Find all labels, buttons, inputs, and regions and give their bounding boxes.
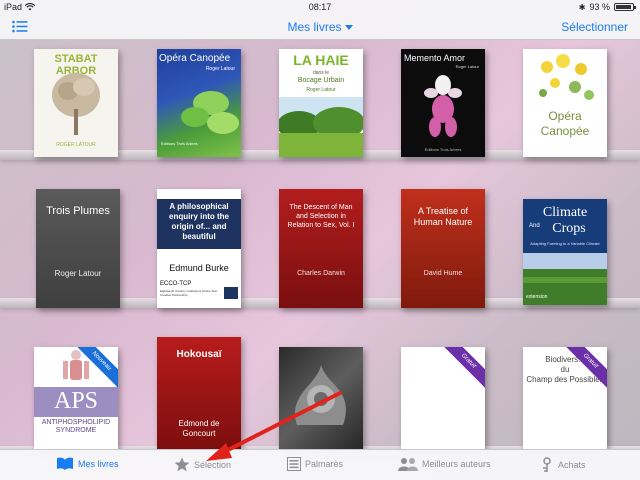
book-subtitle: Bocage Urbain	[297, 77, 345, 84]
tab-label: Mes livres	[78, 459, 119, 469]
extension-logo: extension	[526, 294, 548, 300]
book-title-line2: Canopée	[540, 124, 590, 138]
purchase-icon	[543, 457, 551, 472]
book-subtitle: ANTIPHOSPHOLIPID SYNDROME	[41, 419, 111, 434]
book-title: Opéra Canopée	[159, 53, 231, 64]
book-title: The Descent of Man and Selection in Rela…	[287, 204, 355, 229]
tab-selection[interactable]: Sélection	[174, 457, 231, 472]
tab-label: Sélection	[194, 459, 232, 470]
bluetooth-icon: ✱	[578, 2, 586, 12]
book-author: Edmond de Goncourt	[178, 419, 220, 438]
book-title: Opéra	[548, 109, 582, 123]
book-author: Charles Darwin	[297, 270, 345, 277]
book-title: A Treatise of Human Nature	[413, 206, 473, 227]
nav-bar: Mes livres Sélectionner	[0, 14, 640, 40]
book-title: Memento Amor	[404, 53, 466, 63]
book-philosophical-enquiry[interactable]: A philosophical enquiry into the origin …	[157, 189, 241, 308]
book-memento-amor[interactable]: Memento Amor Roger Latour Éditions Trois…	[401, 49, 485, 157]
tab-palmares[interactable]: Palmarès	[287, 457, 343, 471]
status-bar: iPad 08:17 ✱ 93 %	[0, 0, 640, 14]
open-book-icon	[57, 457, 73, 470]
book-subtitle: Adapting Farming to a Variable Climate	[530, 241, 600, 246]
book-author: Roger Latour	[306, 87, 336, 93]
book-publisher: Éditions Trois Arbres	[161, 141, 198, 146]
book-author: Roger Latour	[54, 269, 102, 278]
book-author: Roger Latour	[455, 64, 479, 69]
tab-meilleurs-auteurs[interactable]: Meilleurs auteurs	[398, 457, 491, 471]
book-publisher: Éditions Trois Arbres	[424, 147, 462, 152]
book-author: ROGER LATOUR	[56, 142, 96, 148]
book-title: Climate	[542, 205, 588, 220]
book-hokousai[interactable]: Hokousaï Edmond de Goncourt	[157, 337, 241, 450]
star-icon	[174, 457, 190, 472]
book-author: David Hume	[423, 270, 463, 277]
leaves-illustration	[181, 91, 239, 134]
status-right: ✱ 93 %	[578, 2, 636, 12]
book-ornament-cover[interactable]	[279, 347, 363, 450]
collection-title-button[interactable]: Mes livres	[0, 20, 640, 34]
status-time: 08:17	[308, 2, 332, 12]
book-treatise-human-nature[interactable]: A Treatise of Human Nature David Hume	[401, 189, 485, 308]
people-icon	[398, 458, 418, 471]
book-series-subtitle: Eighteenth Century Collections Online Te…	[160, 289, 217, 297]
book-trois-plumes[interactable]: Trois Plumes Roger Latour	[36, 189, 120, 308]
book-title-line3: Champ des Possibles	[526, 375, 604, 384]
book-title: A philosophical enquiry into the origin …	[169, 202, 229, 241]
tab-label: Palmarès	[305, 459, 344, 469]
list-icon	[287, 457, 301, 471]
book-title: Hokousaï	[176, 349, 222, 360]
book-author: Edmund Burke	[169, 263, 229, 273]
yellow-flowers-illustration	[539, 54, 594, 100]
tab-label: Achats	[558, 460, 586, 470]
tree-illustration	[52, 73, 100, 135]
book-title: LA HAIE	[293, 52, 349, 68]
book-blank-free[interactable]: Gratuit	[401, 347, 485, 450]
tab-achats[interactable]: Achats	[540, 457, 586, 473]
battery-percent: 93 %	[589, 2, 610, 12]
book-opera-canopee[interactable]: Opéra Canopée Roger Latour Éditions Troi…	[157, 49, 241, 157]
book-climate-and-crops[interactable]: Climate And Crops Adapting Farming to a …	[523, 199, 607, 305]
battery-icon	[614, 3, 636, 11]
book-la-haie[interactable]: LA HAIE dans le Bocage Urbain Roger Lato…	[279, 49, 363, 157]
book-biodiversite[interactable]: Biodivers... du Champ des Possibles Grat…	[523, 347, 607, 450]
book-descent-of-man[interactable]: The Descent of Man and Selection in Rela…	[279, 189, 363, 308]
book-subtitle-small: dans le	[312, 70, 330, 76]
book-series: ECCO-TCP	[160, 281, 192, 287]
hedge-photo	[279, 97, 363, 157]
book-title: APS	[53, 388, 99, 414]
publisher-logo	[224, 287, 238, 299]
book-author: Roger Latour	[205, 66, 235, 72]
book-stabat-arbor[interactable]: STABAT ARBOR ROGER LATOUR	[34, 49, 118, 157]
book-opera-canopee-2[interactable]: Opéra Canopée	[523, 49, 607, 157]
orchid-illustration	[424, 75, 462, 137]
battery-fill	[616, 5, 631, 9]
book-aps[interactable]: APS ANTIPHOSPHOLIPID SYNDROME Nouveau	[34, 347, 118, 450]
chevron-down-icon	[344, 25, 353, 31]
book-title-line2: Crops	[552, 221, 586, 236]
select-button[interactable]: Sélectionner	[561, 20, 628, 34]
ornament-illustration	[294, 365, 346, 425]
tab-mes-livres[interactable]: Mes livres	[56, 457, 119, 471]
tab-bar: Mes livres Sélection Palmarès Meilleurs …	[0, 449, 640, 480]
free-ribbon: Gratuit	[438, 347, 485, 391]
collection-title: Mes livres	[287, 20, 342, 34]
book-title: Trois Plumes	[46, 205, 110, 217]
tab-label: Meilleurs auteurs	[422, 459, 491, 469]
